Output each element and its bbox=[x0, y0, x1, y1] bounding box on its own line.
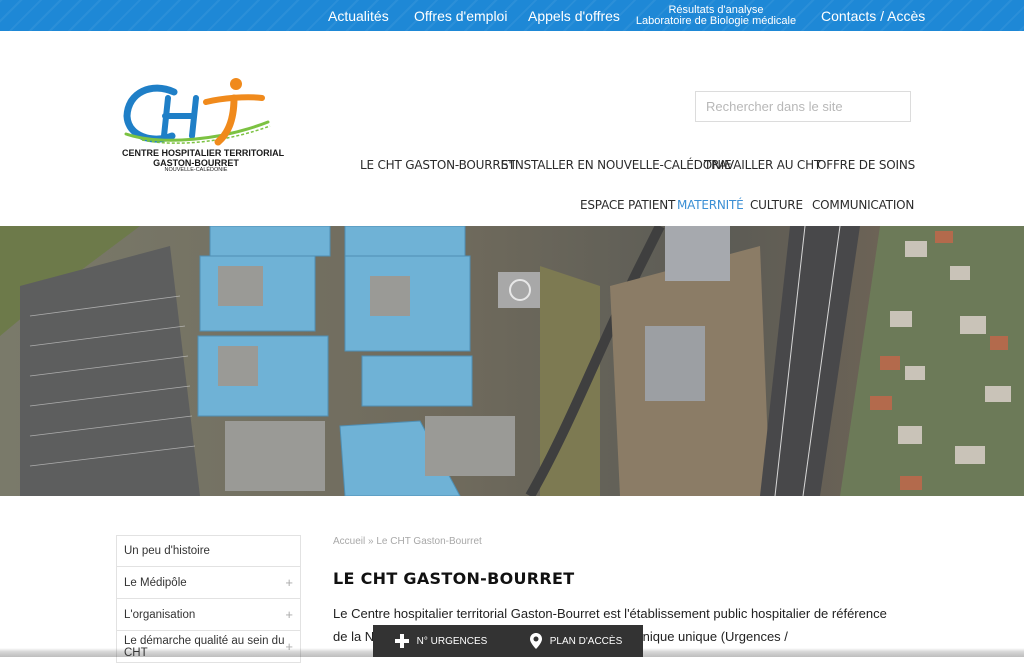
nav-espace-patient[interactable]: ESPACE PATIENT bbox=[580, 198, 675, 212]
top-bar: Actualités Offres d'emploi Appels d'offr… bbox=[0, 0, 1024, 31]
sidebar-item-label: L'organisation bbox=[124, 608, 196, 621]
urgences-label: N° URGENCES bbox=[416, 635, 488, 647]
topnav-resultats-analyse[interactable]: Résultats d'analyse Laboratoire de Biolo… bbox=[636, 0, 796, 31]
search-input[interactable]: Rechercher dans le site bbox=[695, 91, 911, 122]
plus-cross-icon bbox=[394, 634, 409, 648]
plan-acces-button[interactable]: PLAN D'ACCÈS bbox=[508, 625, 643, 657]
topnav-contacts[interactable]: Contacts / Accès bbox=[821, 0, 925, 31]
logo-line3: NOUVELLE-CALÉDONIE bbox=[164, 167, 228, 173]
topnav-offres-emploi[interactable]: Offres d'emploi bbox=[414, 0, 507, 31]
sidebar-item-label: Le Médipôle bbox=[124, 576, 187, 589]
logo-line1: CENTRE HOSPITALIER TERRITORIAL bbox=[122, 148, 285, 158]
sidebar-item-organisation[interactable]: L'organisation + bbox=[116, 599, 301, 631]
sidebar-item-qualite[interactable]: Le démarche qualité au sein du CHT + bbox=[116, 631, 301, 663]
nav-maternite[interactable]: MATERNITÉ bbox=[677, 198, 744, 212]
page-title: LE CHT GASTON-BOURRET bbox=[333, 569, 575, 588]
plan-acces-label: PLAN D'ACCÈS bbox=[549, 635, 623, 647]
sidebar-item-histoire[interactable]: Un peu d'histoire bbox=[116, 535, 301, 567]
breadcrumb-home[interactable]: Accueil bbox=[333, 536, 365, 547]
breadcrumb: Accueil » Le CHT Gaston-Bourret bbox=[333, 536, 482, 547]
topnav-resultats-line2: Laboratoire de Biologie médicale bbox=[635, 14, 797, 27]
nav-sinstaller[interactable]: S'INSTALLER EN NOUVELLE-CALÉDONIE bbox=[501, 158, 732, 172]
topnav-resultats-line1: Résultats d'analyse bbox=[668, 3, 764, 16]
site-logo[interactable]: CENTRE HOSPITALIER TERRITORIAL GASTON-BO… bbox=[122, 76, 285, 176]
nav-le-cht[interactable]: LE CHT GASTON-BOURRET bbox=[360, 158, 515, 172]
map-pin-icon bbox=[529, 633, 542, 649]
quick-access-bar: N° URGENCES PLAN D'ACCÈS bbox=[373, 625, 643, 657]
sidebar-item-medipole[interactable]: Le Médipôle + bbox=[116, 567, 301, 599]
topnav-appels-offres[interactable]: Appels d'offres bbox=[528, 0, 620, 31]
breadcrumb-separator: » bbox=[368, 536, 374, 547]
nav-culture[interactable]: CULTURE bbox=[750, 198, 803, 212]
plus-icon[interactable]: + bbox=[285, 607, 293, 622]
nav-travailler[interactable]: TRAVAILLER AU CHT bbox=[704, 158, 821, 172]
topnav-actualites[interactable]: Actualités bbox=[328, 0, 389, 31]
urgences-button[interactable]: N° URGENCES bbox=[373, 625, 508, 657]
breadcrumb-current: Le CHT Gaston-Bourret bbox=[376, 536, 482, 547]
hero-aerial-image bbox=[0, 226, 1024, 496]
plus-icon[interactable]: + bbox=[285, 575, 293, 590]
sidebar-menu: Un peu d'histoire Le Médipôle + L'organi… bbox=[116, 535, 301, 663]
cht-logo-icon bbox=[123, 78, 271, 146]
hospital-aerial-photo bbox=[0, 226, 1024, 496]
sidebar-item-label: Un peu d'histoire bbox=[124, 545, 210, 557]
nav-communication[interactable]: COMMUNICATION bbox=[812, 198, 914, 212]
nav-offre-soins[interactable]: OFFRE DE SOINS bbox=[817, 158, 915, 172]
